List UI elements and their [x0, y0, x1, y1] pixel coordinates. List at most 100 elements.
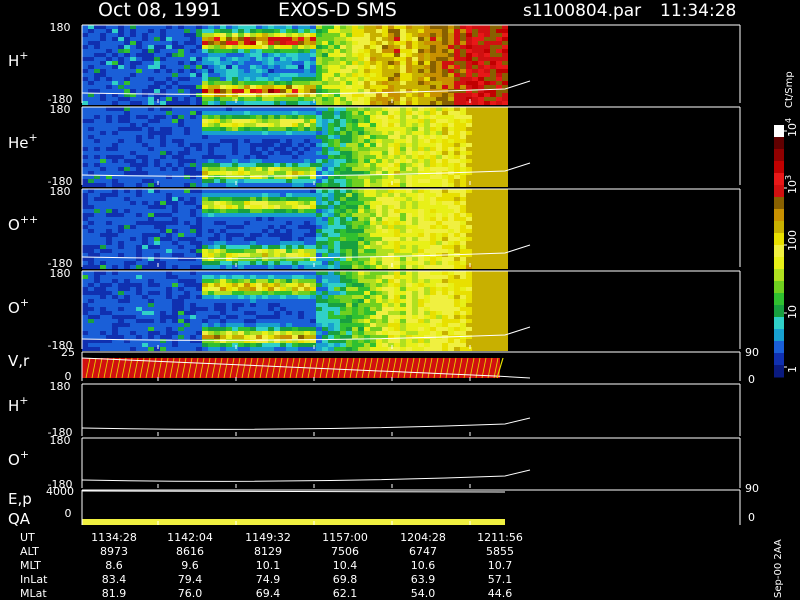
heatmap-cell — [142, 33, 148, 37]
heatmap-cell — [286, 183, 292, 187]
heatmap-cell — [388, 135, 394, 139]
heatmap-cell — [190, 131, 196, 135]
heatmap-cell — [454, 25, 460, 29]
heatmap-cell — [160, 143, 166, 147]
heatmap-cell — [178, 57, 184, 61]
heatmap-cell — [490, 265, 496, 269]
heatmap-cell — [196, 143, 202, 147]
heatmap-cell — [166, 315, 172, 319]
heatmap-cell — [310, 53, 316, 57]
heatmap-cell — [370, 209, 376, 213]
heatmap-cell — [196, 335, 202, 339]
heatmap-cell — [190, 299, 196, 303]
heatmap-cell — [130, 245, 136, 249]
heatmap-cell — [496, 41, 502, 45]
heatmap-cell — [196, 25, 202, 29]
heatmap-cell — [82, 327, 88, 331]
heatmap-cell — [148, 73, 154, 77]
heatmap-cell — [142, 279, 148, 283]
heatmap-cell — [178, 119, 184, 123]
heatmap-cell — [208, 197, 214, 201]
heatmap-cell — [244, 279, 250, 283]
heatmap-cell — [244, 201, 250, 205]
heatmap-cell — [244, 175, 250, 179]
heatmap-cell — [202, 163, 208, 167]
heatmap-cell — [328, 139, 334, 143]
heatmap-cell — [430, 221, 436, 225]
heatmap-cell — [424, 257, 430, 261]
heatmap-cell — [376, 209, 382, 213]
heatmap-cell — [280, 299, 286, 303]
heatmap-cell — [460, 85, 466, 89]
heatmap-cell — [454, 123, 460, 127]
heatmap-cell — [328, 45, 334, 49]
heatmap-cell — [268, 253, 274, 257]
heatmap-cell — [208, 81, 214, 85]
heatmap-cell — [178, 327, 184, 331]
heatmap-cell — [94, 253, 100, 257]
heatmap-cell — [238, 287, 244, 291]
heatmap-cell — [394, 93, 400, 97]
heatmap-cell — [238, 303, 244, 307]
heatmap-cell — [244, 241, 250, 245]
heatmap-cell — [412, 159, 418, 163]
heatmap-cell — [382, 147, 388, 151]
heatmap-cell — [442, 41, 448, 45]
heatmap-cell — [448, 61, 454, 65]
heatmap-cell — [112, 335, 118, 339]
heatmap-cell — [118, 307, 124, 311]
heatmap-cell — [136, 209, 142, 213]
heatmap-cell — [106, 57, 112, 61]
heatmap-cell — [106, 233, 112, 237]
heatmap-cell — [478, 33, 484, 37]
heatmap-cell — [238, 343, 244, 347]
heatmap-cell — [100, 253, 106, 257]
heatmap-cell — [250, 29, 256, 33]
heatmap-cell — [364, 45, 370, 49]
heatmap-cell — [202, 77, 208, 81]
heatmap-cell — [118, 155, 124, 159]
heatmap-cell — [160, 37, 166, 41]
heatmap-cell — [286, 271, 292, 275]
heatmap-cell — [142, 343, 148, 347]
heatmap-cell — [256, 237, 262, 241]
heatmap-cell — [202, 225, 208, 229]
heatmap-cell — [190, 81, 196, 85]
heatmap-cell — [322, 29, 328, 33]
heatmap-cell — [220, 291, 226, 295]
heatmap-cell — [118, 123, 124, 127]
heatmap-cell — [346, 123, 352, 127]
heatmap-cell — [226, 139, 232, 143]
heatmap-cell — [436, 69, 442, 73]
heatmap-cell — [442, 205, 448, 209]
heatmap-cell — [292, 197, 298, 201]
heatmap-cell — [172, 303, 178, 307]
heatmap-cell — [334, 37, 340, 41]
heatmap-cell — [112, 283, 118, 287]
heatmap-cell — [208, 25, 214, 29]
heatmap-cell — [88, 193, 94, 197]
heatmap-cell — [214, 347, 220, 351]
heatmap-cell — [262, 201, 268, 205]
heatmap-cell — [178, 201, 184, 205]
heatmap-cell — [142, 167, 148, 171]
heatmap-cell — [184, 115, 190, 119]
heatmap-cell — [286, 253, 292, 257]
heatmap-cell — [454, 225, 460, 229]
heatmap-cell — [166, 271, 172, 275]
heatmap-cell — [184, 335, 190, 339]
heatmap-cell — [82, 49, 88, 53]
heatmap-cell — [394, 69, 400, 73]
heatmap-cell — [118, 193, 124, 197]
heatmap-cell — [502, 183, 508, 187]
heatmap-cell — [190, 29, 196, 33]
heatmap-cell — [136, 241, 142, 245]
heatmap-cell — [172, 81, 178, 85]
heatmap-cell — [412, 77, 418, 81]
heatmap-cell — [328, 119, 334, 123]
heatmap-cell — [232, 319, 238, 323]
heatmap-cell — [274, 89, 280, 93]
heatmap-cell — [376, 85, 382, 89]
heatmap-cell — [370, 221, 376, 225]
heatmap-cell — [244, 37, 250, 41]
